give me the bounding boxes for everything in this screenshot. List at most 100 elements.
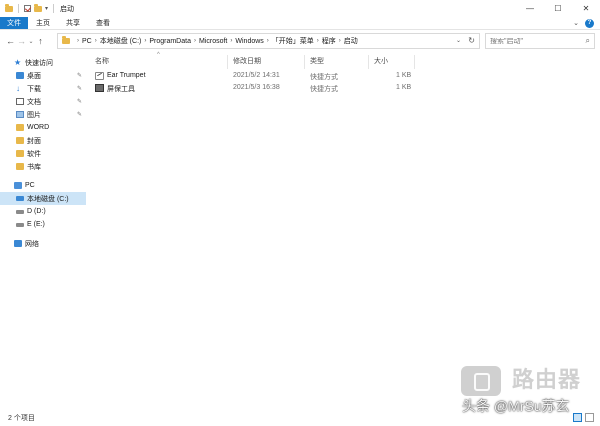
minimize-button[interactable]: —: [516, 0, 544, 17]
window-title: 启动: [60, 5, 75, 13]
chevron-right-icon[interactable]: ›: [230, 38, 232, 44]
new-folder-icon[interactable]: [34, 3, 42, 12]
properties-icon[interactable]: [24, 5, 31, 12]
breadcrumb-microsoft[interactable]: Microsoft: [199, 38, 227, 45]
navigation-pane: ★ 快速访问 桌面 ✎ ↓ 下载 ✎ 文档 ✎ 图片 ✎ WORD 封面 软件 …: [0, 56, 86, 406]
customize-toolbar-icon[interactable]: ▾: [45, 5, 48, 12]
chevron-right-icon[interactable]: ›: [267, 38, 269, 44]
sidebar-item-label: 网络: [25, 240, 39, 248]
pin-icon[interactable]: ✎: [77, 85, 82, 92]
chevron-down-icon[interactable]: ⌄: [573, 19, 579, 27]
breadcrumb-local-disk[interactable]: 本地磁盘 (C:): [100, 36, 142, 46]
chevron-right-icon[interactable]: ›: [317, 38, 319, 44]
breadcrumb-pc[interactable]: PC: [82, 38, 92, 45]
column-header-size[interactable]: 大小: [374, 56, 388, 68]
title-bar: ▾ 启动 — ☐ ✕: [0, 0, 600, 17]
folder-icon: [16, 163, 24, 170]
star-icon: ★: [14, 58, 22, 67]
desktop-icon: [16, 72, 24, 79]
sidebar-item-pc[interactable]: PC: [0, 179, 86, 192]
forward-button[interactable]: →: [16, 36, 27, 46]
sidebar-item-label: 书库: [27, 163, 41, 171]
folder-icon: [16, 137, 24, 144]
file-row[interactable]: 屏保工具 2021/5/3 16:38 快捷方式 1 KB: [90, 82, 430, 94]
sidebar-item-drive-c[interactable]: 本地磁盘 (C:): [0, 192, 86, 205]
column-header-name[interactable]: 名称: [95, 56, 109, 68]
watermark-logo-text: 路由器: [512, 367, 582, 392]
drive-icon: [16, 222, 24, 227]
sidebar-item-label: 本地磁盘 (C:): [27, 195, 69, 203]
pin-icon[interactable]: ✎: [77, 111, 82, 118]
chevron-right-icon[interactable]: ›: [339, 38, 341, 44]
sidebar-item-downloads[interactable]: ↓ 下载 ✎: [0, 82, 86, 95]
tab-view[interactable]: 查看: [88, 17, 118, 29]
sidebar-item-software[interactable]: 软件: [0, 147, 86, 160]
breadcrumb-windows[interactable]: Windows: [235, 38, 263, 45]
file-name: 屏保工具: [107, 86, 135, 93]
column-header-modified[interactable]: 修改日期: [233, 56, 261, 68]
sidebar-item-drive-d[interactable]: D (D:): [0, 205, 86, 218]
up-button[interactable]: ↑: [35, 36, 46, 46]
shortcut-icon: [95, 84, 104, 92]
column-divider[interactable]: [414, 55, 415, 69]
folder-icon: [16, 124, 24, 131]
sidebar-item-documents[interactable]: 文档 ✎: [0, 95, 86, 108]
sidebar-item-pictures[interactable]: 图片 ✎: [0, 108, 86, 121]
breadcrumb-programdata[interactable]: ProgramData: [149, 38, 191, 45]
sidebar-item-quick-access[interactable]: ★ 快速访问: [0, 56, 86, 69]
pin-icon[interactable]: ✎: [77, 72, 82, 79]
chevron-right-icon[interactable]: ›: [144, 38, 146, 44]
folder-icon: [16, 150, 24, 157]
details-view-icon[interactable]: [573, 413, 582, 422]
address-dropdown-icon[interactable]: ⌄: [456, 37, 461, 44]
search-box[interactable]: ⌕: [485, 33, 595, 49]
sidebar-item-word[interactable]: WORD: [0, 121, 86, 134]
navigation-bar: ← → ⌄ ↑ › PC › 本地磁盘 (C:) › ProgramData ›…: [0, 31, 600, 51]
search-icon[interactable]: ⌕: [586, 36, 590, 46]
sidebar-item-drive-e[interactable]: E (E:): [0, 218, 86, 231]
sidebar-item-network[interactable]: 网络: [0, 237, 86, 250]
sort-ascending-icon: ^: [157, 52, 160, 58]
picture-icon: [16, 111, 24, 118]
sidebar-item-cover[interactable]: 封面: [0, 134, 86, 147]
tab-file[interactable]: 文件: [0, 17, 28, 29]
column-divider[interactable]: [227, 55, 228, 69]
sidebar-item-label: 图片: [27, 111, 41, 119]
breadcrumb-startup[interactable]: 启动: [344, 36, 358, 46]
column-divider[interactable]: [368, 55, 369, 69]
item-count: 2 个项目: [8, 415, 35, 422]
file-row[interactable]: Ear Trumpet 2021/5/2 14:31 快捷方式 1 KB: [90, 70, 430, 82]
ribbon-tabs: 文件 主页 共享 查看 ⌄ ?: [0, 17, 600, 30]
sidebar-item-label: 封面: [27, 137, 41, 145]
computer-icon: [14, 182, 22, 189]
large-icons-view-icon[interactable]: [585, 413, 594, 422]
pin-icon[interactable]: ✎: [77, 98, 82, 105]
file-size: 1 KB: [396, 72, 412, 79]
chevron-right-icon[interactable]: ›: [95, 38, 97, 44]
recent-locations-icon[interactable]: ⌄: [27, 38, 35, 45]
document-icon: [16, 98, 24, 105]
file-name: Ear Trumpet: [107, 72, 146, 79]
drive-icon: [16, 209, 24, 214]
address-bar[interactable]: › PC › 本地磁盘 (C:) › ProgramData › Microso…: [57, 33, 480, 49]
search-input[interactable]: [490, 37, 580, 45]
chevron-right-icon[interactable]: ›: [77, 38, 79, 44]
breadcrumb-start-menu[interactable]: 「开始」菜单: [272, 36, 314, 46]
help-icon[interactable]: ?: [585, 18, 594, 28]
column-divider[interactable]: [304, 55, 305, 69]
file-type: 快捷方式: [310, 74, 338, 81]
file-list: ^ 名称 修改日期 类型 大小 Ear Trumpet 2021/5/2 14:…: [90, 52, 600, 406]
chevron-right-icon[interactable]: ›: [194, 38, 196, 44]
tab-home[interactable]: 主页: [28, 17, 58, 29]
sidebar-item-library[interactable]: 书库: [0, 160, 86, 173]
tab-share[interactable]: 共享: [58, 17, 88, 29]
back-button[interactable]: ←: [5, 36, 16, 46]
toolbar-divider: [53, 4, 55, 13]
sidebar-item-desktop[interactable]: 桌面 ✎: [0, 69, 86, 82]
download-icon: ↓: [16, 84, 20, 93]
refresh-icon[interactable]: ↻: [468, 36, 475, 45]
close-button[interactable]: ✕: [572, 0, 600, 17]
column-header-type[interactable]: 类型: [310, 56, 324, 68]
breadcrumb-programs[interactable]: 程序: [322, 36, 336, 46]
maximize-button[interactable]: ☐: [544, 0, 572, 17]
